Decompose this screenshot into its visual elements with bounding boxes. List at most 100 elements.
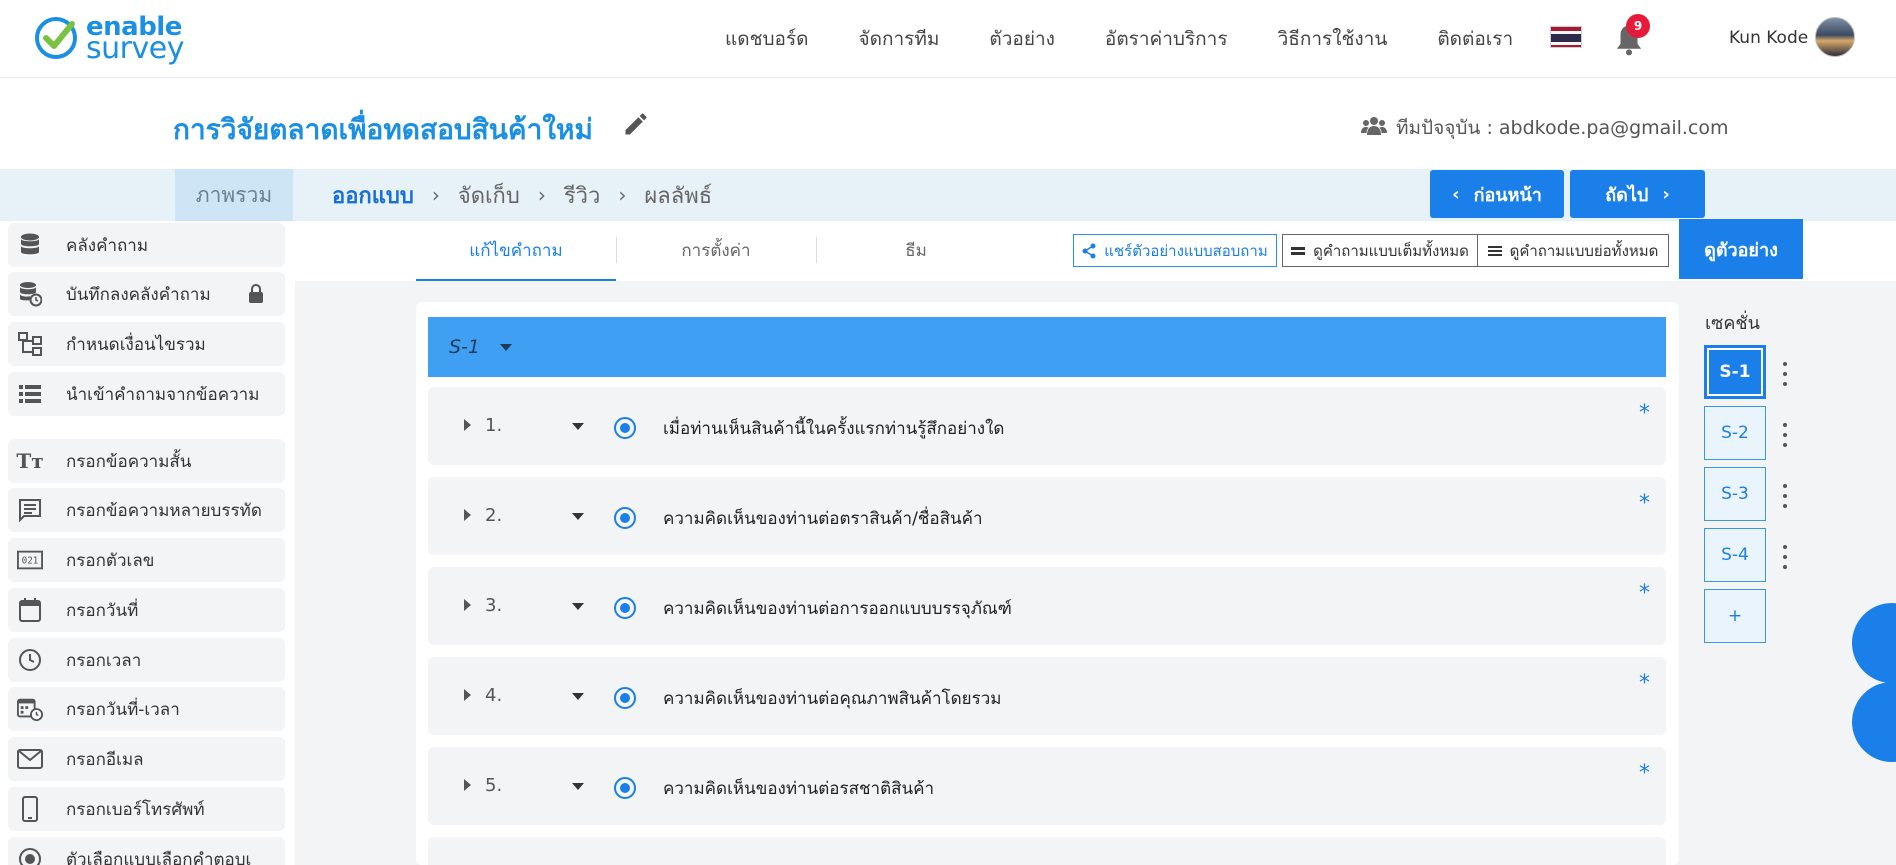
radio-type-icon — [614, 417, 636, 439]
sidebar-item-date[interactable]: กรอกวันที่ — [8, 588, 285, 632]
question-number: 5. — [485, 775, 503, 796]
question-row[interactable]: 4. ความคิดเห็นของท่านต่อคุณภาพสินค้าโดยร… — [428, 657, 1666, 735]
question-text: ความคิดเห็นของท่านต่อการออกแบบบรรจุภัณฑ์ — [663, 599, 1012, 619]
question-text: ความคิดเห็นของท่านต่อตราสินค้า/ชื่อสินค้… — [663, 509, 983, 529]
nav-contact[interactable]: ติดต่อเรา — [1412, 24, 1538, 54]
nav-team[interactable]: จัดการทีม — [834, 24, 965, 54]
tab-settings[interactable]: การตั้งค่า — [616, 221, 816, 279]
view-full-button[interactable]: ดูคำถามแบบเต็มทั้งหมด — [1282, 234, 1478, 267]
preview-button[interactable]: ดูตัวอย่าง — [1679, 219, 1803, 279]
step-collect[interactable]: จัดเก็บ — [458, 178, 520, 213]
question-number: 1. — [485, 415, 503, 436]
message-lines-icon — [17, 497, 43, 523]
view-compact-button[interactable]: ดูคำถามแบบย่อทั้งหมด — [1477, 234, 1669, 267]
nav-pricing[interactable]: อัตราค่าบริการ — [1080, 24, 1253, 54]
tab-theme[interactable]: ธีม — [816, 221, 1016, 279]
logo-check-icon — [35, 17, 77, 59]
caret-down-icon[interactable] — [572, 423, 584, 430]
lock-icon — [249, 284, 263, 303]
next-button[interactable]: ถัดไป › — [1570, 170, 1705, 218]
question-row[interactable] — [428, 837, 1666, 865]
chat-float-button[interactable] — [1852, 603, 1896, 683]
users-icon — [1361, 117, 1387, 135]
chevron-right-icon: › — [431, 183, 440, 207]
question-row[interactable]: 5. ความคิดเห็นของท่านต่อรสชาติสินค้า * — [428, 747, 1666, 825]
add-section-button[interactable]: + — [1704, 589, 1766, 643]
expand-arrow-icon[interactable] — [464, 509, 471, 521]
section-button-s2[interactable]: S-2 — [1704, 406, 1766, 460]
sidebar-item-label: กรอกข้อความสั้น — [66, 451, 192, 472]
share-icon — [1082, 243, 1096, 258]
caret-down-icon[interactable] — [572, 693, 584, 700]
section-button-s1[interactable]: S-1 — [1704, 345, 1766, 399]
required-asterisk: * — [1639, 671, 1650, 696]
expand-arrow-icon[interactable] — [464, 599, 471, 611]
required-asterisk: * — [1639, 581, 1650, 606]
sidebar-item-global-conditions[interactable]: กำหนดเงื่อนไขรวม — [8, 322, 285, 366]
caret-down-icon[interactable] — [572, 783, 584, 790]
username[interactable]: Kun Kode — [1729, 28, 1808, 48]
list-icon — [17, 381, 43, 407]
sidebar-item-single-choice[interactable]: ตัวเลือกแบบเลือกคำตอบเ — [8, 837, 285, 865]
chevron-right-icon: › — [618, 183, 627, 207]
caret-down-icon[interactable] — [500, 343, 513, 351]
question-row[interactable]: 2. ความคิดเห็นของท่านต่อตราสินค้า/ชื่อสิ… — [428, 477, 1666, 555]
sidebar-item-import-text[interactable]: นำเข้าคำถามจากข้อความ — [8, 372, 285, 416]
caret-down-icon[interactable] — [572, 513, 584, 520]
help-float-button[interactable] — [1852, 682, 1896, 762]
sidebar-item-label: คลังคำถาม — [66, 235, 149, 256]
section-button-s4[interactable]: S-4 — [1704, 528, 1766, 582]
step-design[interactable]: ออกแบบ — [332, 178, 414, 213]
sidebar-item-save-to-bank[interactable]: บันทึกลงคลังคำถาม — [8, 272, 285, 316]
nav-examples[interactable]: ตัวอย่าง — [964, 24, 1080, 54]
calendar-clock-icon — [17, 696, 43, 722]
sidebar-item-question-bank[interactable]: คลังคำถาม — [8, 223, 285, 267]
section-button-s3[interactable]: S-3 — [1704, 467, 1766, 521]
radio-type-icon — [614, 777, 636, 799]
sidebar-item-phone[interactable]: กรอกเบอร์โทรศัพท์ — [8, 787, 285, 831]
more-vertical-icon[interactable] — [1781, 484, 1789, 508]
next-label: ถัดไป — [1605, 184, 1649, 206]
pencil-icon[interactable] — [622, 110, 650, 138]
chevron-right-icon: › — [537, 183, 546, 207]
sidebar-item-label: กรอกเบอร์โทรศัพท์ — [66, 799, 205, 820]
expand-lines-icon — [1291, 246, 1306, 255]
share-preview-button[interactable]: แชร์ตัวอย่างแบบสอบถาม — [1073, 234, 1277, 267]
page-title: การวิจัยตลาดเพื่อทดสอบสินค้าใหม่ — [173, 113, 593, 146]
more-vertical-icon[interactable] — [1781, 423, 1789, 447]
tab-overview[interactable]: ภาพรวม — [175, 169, 293, 221]
avatar[interactable] — [1815, 17, 1855, 57]
expand-arrow-icon[interactable] — [464, 689, 471, 701]
question-number: 3. — [485, 595, 503, 616]
sidebar-item-number[interactable]: 021 กรอกตัวเลข — [8, 538, 285, 582]
step-review[interactable]: รีวิว — [564, 178, 601, 213]
text-size-icon: Tт — [16, 449, 44, 473]
step-results[interactable]: ผลลัพธ์ — [644, 178, 712, 213]
previous-button[interactable]: ‹ ก่อนหน้า — [1430, 170, 1564, 218]
sidebar-item-time[interactable]: กรอกเวลา — [8, 638, 285, 682]
sidebar-item-long-text[interactable]: กรอกข้อความหลายบรรทัด — [8, 488, 285, 532]
question-row[interactable]: 1. เมื่อท่านเห็นสินค้านี้ในครั้งแรกท่านร… — [428, 387, 1666, 465]
sections-title: เซคชั่น — [1705, 313, 1760, 334]
app-logo[interactable]: enable survey — [32, 10, 184, 66]
sidebar-item-datetime[interactable]: กรอกวันที่-เวลา — [8, 687, 285, 731]
caret-down-icon[interactable] — [572, 603, 584, 610]
calendar-icon — [17, 597, 43, 623]
chevron-left-icon: ‹ — [1452, 183, 1460, 205]
nav-how-to[interactable]: วิธีการใช้งาน — [1253, 24, 1413, 54]
question-row[interactable]: 3. ความคิดเห็นของท่านต่อการออกแบบบรรจุภั… — [428, 567, 1666, 645]
sidebar-item-email[interactable]: กรอกอีเมล — [8, 737, 285, 781]
nav-dashboard[interactable]: แดชบอร์ด — [700, 24, 834, 54]
more-vertical-icon[interactable] — [1781, 545, 1789, 569]
phone-icon — [17, 796, 43, 822]
thai-flag-icon[interactable] — [1550, 26, 1582, 48]
compact-lines-icon — [1487, 245, 1502, 256]
section-header[interactable]: S-1 — [428, 317, 1666, 377]
more-vertical-icon[interactable] — [1781, 362, 1789, 386]
sidebar-item-short-text[interactable]: Tт กรอกข้อความสั้น — [8, 439, 285, 483]
question-type-sidebar: คลังคำถาม บันทึกลงคลังคำถาม กำหนดเงื่อนไ… — [0, 221, 295, 865]
expand-arrow-icon[interactable] — [464, 419, 471, 431]
mail-icon — [17, 746, 43, 772]
expand-arrow-icon[interactable] — [464, 779, 471, 791]
tab-edit-questions[interactable]: แก้ไขคำถาม — [416, 221, 616, 281]
